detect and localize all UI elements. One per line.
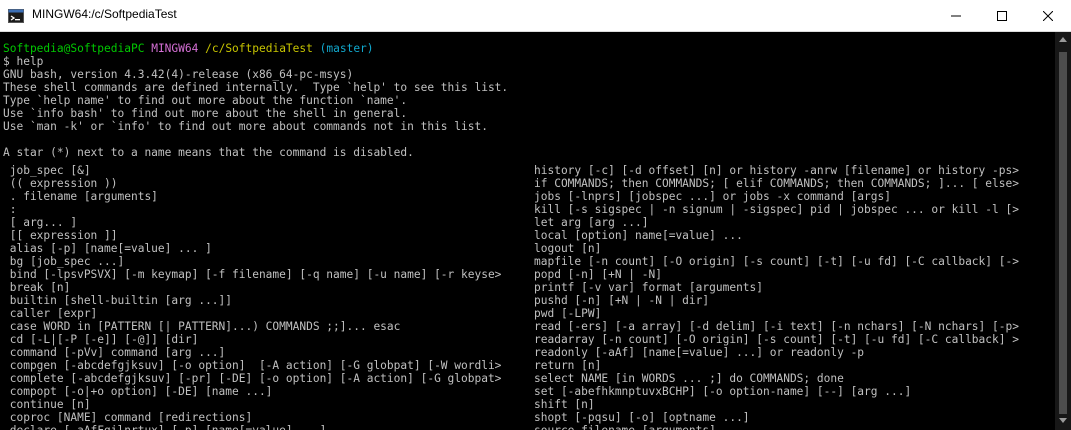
help-entry: command [-pVv] command [arg ...] (3, 346, 226, 359)
help-entry: return [n] (534, 359, 602, 372)
help-entry: bg [job_spec ...] (3, 255, 125, 268)
scrollbar-thumb[interactable] (1059, 52, 1067, 414)
help-entry: . filename [arguments] (3, 190, 158, 203)
help-entry: select NAME [in WORDS ... ;] do COMMANDS… (534, 372, 844, 385)
command-line: $ help (3, 55, 44, 68)
help-entry: mapfile [-n count] [-O origin] [-s count… (534, 255, 1019, 268)
intro-line: Use `info bash' to find out more about t… (3, 107, 408, 120)
help-entry: shift [n] (534, 398, 595, 411)
help-entry: source filename [arguments] (534, 424, 716, 430)
help-entry: : (3, 203, 17, 216)
prompt-user-host: Softpedia@SoftpediaPC (3, 42, 145, 55)
help-entry: history [-c] [-d offset] [n] or history … (534, 164, 1019, 177)
help-entry: readonly [-aAf] [name[=value] ...] or re… (534, 346, 865, 359)
help-entry: coproc [NAME] command [redirections] (3, 411, 253, 424)
help-entry: alias [-p] [name[=value] ... ] (3, 242, 212, 255)
help-entry: compopt [-o|+o option] [-DE] [name ...] (3, 385, 273, 398)
help-entry: if COMMANDS; then COMMANDS; [ elif COMMA… (534, 177, 1019, 190)
help-entry: job_spec [&] (3, 164, 91, 177)
prompt-line: Softpedia@SoftpediaPC MINGW64 /c/Softped… (3, 42, 374, 55)
help-entry: printf [-v var] format [arguments] (534, 281, 764, 294)
vertical-scrollbar[interactable] (1055, 32, 1071, 430)
help-entry: [ arg... ] (3, 216, 78, 229)
intro-line: A star (*) next to a name means that the… (3, 146, 414, 159)
prompt-branch: (master) (319, 42, 374, 55)
help-entry: continue [n] (3, 398, 91, 411)
help-entry: set [-abefhkmnptuvxBCHP] [-o option-name… (534, 385, 912, 398)
terminal-output[interactable]: Softpedia@SoftpediaPC MINGW64 /c/Softped… (0, 32, 1055, 430)
help-entry: break [n] (3, 281, 71, 294)
help-entry: read [-ers] [-a array] [-d delim] [-i te… (534, 320, 1019, 333)
help-entry: logout [n] (534, 242, 602, 255)
help-entry: builtin [shell-builtin [arg ...]] (3, 294, 233, 307)
scroll-up-arrow-icon[interactable] (1059, 36, 1067, 42)
close-icon (1043, 10, 1053, 21)
intro-line: GNU bash, version 4.3.42(4)-release (x86… (3, 68, 354, 81)
help-entry: declare [-aAfFgilnrtux] [-p] [name[=valu… (3, 424, 327, 430)
prompt-system: MINGW64 (151, 42, 199, 55)
help-entry: caller [expr] (3, 307, 98, 320)
help-entry: local [option] name[=value] ... (534, 229, 743, 242)
intro-line: Type `help name' to find out more about … (3, 94, 408, 107)
prompt-path: /c/SoftpediaTest (205, 42, 313, 55)
help-entry: kill [-s sigspec | -n signum | -sigspec]… (534, 203, 1019, 216)
help-entry: compgen [-abcdefgjksuv] [-o option] [-A … (3, 359, 502, 372)
mingw-terminal-icon (8, 9, 24, 23)
minimize-icon (951, 15, 961, 16)
help-entry: case WORD in [PATTERN [| PATTERN]...) CO… (3, 320, 401, 333)
help-entry: popd [-n] [+N | -N] (534, 268, 662, 281)
intro-line: These shell commands are defined interna… (3, 81, 509, 94)
maximize-button[interactable] (979, 0, 1025, 31)
help-entry: bind [-lpsvPSVX] [-m keymap] [-f filenam… (3, 268, 502, 281)
help-entry: let arg [arg ...] (534, 216, 649, 229)
help-entry: pwd [-LPW] (534, 307, 602, 320)
help-entry: readarray [-n count] [-O origin] [-s cou… (534, 333, 1019, 346)
help-entry: pushd [-n] [+N | -N | dir] (534, 294, 710, 307)
title-bar: MINGW64:/c/SoftpediaTest (0, 0, 1071, 32)
intro-line: Use `man -k' or `info' to find out more … (3, 120, 488, 133)
minimize-button[interactable] (933, 0, 979, 31)
scroll-down-arrow-icon[interactable] (1059, 418, 1067, 424)
window-title: MINGW64:/c/SoftpediaTest (32, 7, 177, 21)
help-entry: complete [-abcdefgjksuv] [-pr] [-DE] [-o… (3, 372, 502, 385)
maximize-icon (997, 10, 1007, 21)
close-button[interactable] (1025, 0, 1071, 31)
help-entry: [[ expression ]] (3, 229, 118, 242)
help-entry: shopt [-pqsu] [-o] [optname ...] (534, 411, 750, 424)
help-entry: (( expression )) (3, 177, 118, 190)
help-entry: jobs [-lnprs] [jobspec ...] or jobs -x c… (534, 190, 891, 203)
help-entry: cd [-L|[-P [-e]] [-@]] [dir] (3, 333, 199, 346)
